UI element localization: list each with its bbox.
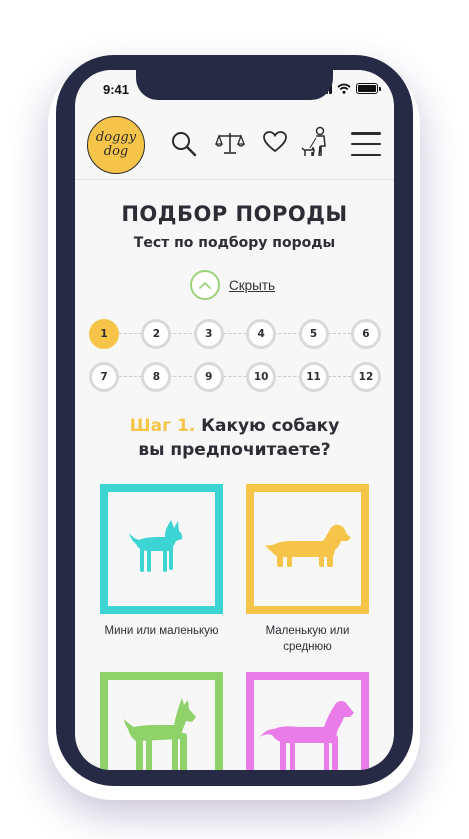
step-9[interactable]: 9	[193, 362, 224, 392]
step-11[interactable]: 11	[298, 362, 329, 392]
page-title: ПОДБОР ПОРОДЫ	[121, 202, 348, 226]
option-frame	[246, 484, 369, 614]
step-10[interactable]: 10	[246, 362, 277, 392]
step-row-2: 7 8 9 10 11 12	[89, 362, 381, 392]
heart-icon[interactable]	[262, 130, 288, 154]
step-8[interactable]: 8	[141, 362, 172, 392]
step-2[interactable]: 2	[141, 319, 172, 349]
option-card-large[interactable]	[246, 672, 369, 770]
step-7[interactable]: 7	[89, 362, 119, 392]
doggy-dog-logo[interactable]: doggy dog	[87, 116, 145, 174]
step-3[interactable]: 3	[193, 319, 224, 349]
option-frame	[100, 672, 223, 770]
option-frame	[100, 484, 223, 614]
question-heading: Шаг 1. Какую собаку вы предпочитаете?	[75, 414, 394, 462]
step-4[interactable]: 4	[246, 319, 277, 349]
hide-test-label: Скрыть	[229, 277, 276, 293]
status-time: 9:41	[103, 82, 130, 97]
phone-notch	[136, 70, 333, 100]
option-label: Мини или маленькую	[104, 625, 219, 637]
boxer-icon	[123, 698, 196, 770]
page-subtitle: Тест по подбору породы	[133, 235, 336, 251]
chihuahua-icon	[128, 520, 182, 572]
menu-icon[interactable]	[351, 132, 381, 156]
option-label: Маленькую или среднюю	[265, 625, 350, 653]
phone-screen: 9:41 doggy dog ПОДБОР ПОРОДЫ Тест по под…	[75, 70, 394, 770]
step-12[interactable]: 12	[350, 362, 381, 392]
question-text-1: Какую собаку	[201, 416, 340, 436]
dachshund-icon	[264, 524, 351, 567]
hide-test-toggle[interactable]: Скрыть	[190, 270, 275, 300]
battery-icon	[356, 83, 381, 94]
question-step-label: Шаг 1.	[129, 416, 196, 436]
chevron-up-icon	[190, 270, 220, 300]
great-dane-icon	[259, 701, 354, 770]
option-card-medium-large[interactable]	[100, 672, 223, 770]
step-6[interactable]: 6	[350, 319, 381, 349]
step-1[interactable]: 1	[89, 319, 119, 349]
logo-text-line1: doggy	[95, 130, 137, 145]
wifi-icon	[337, 83, 351, 94]
step-row-1: 1 2 3 4 5 6	[89, 319, 381, 349]
question-text-2: вы предпочитаете?	[138, 440, 331, 460]
step-indicator: 1 2 3 4 5 6 7 8 9 10 11 12	[89, 319, 381, 405]
scales-icon[interactable]	[215, 130, 245, 156]
step-5[interactable]: 5	[298, 319, 329, 349]
option-card-mini[interactable]: Мини или маленькую	[100, 484, 223, 639]
site-header: doggy dog	[75, 110, 394, 180]
dog-walker-icon[interactable]	[301, 126, 331, 158]
logo-text-line2: dog	[103, 144, 129, 159]
search-icon[interactable]	[171, 130, 197, 158]
option-frame	[246, 672, 369, 770]
question-line-1: Шаг 1. Какую собаку	[75, 414, 394, 438]
option-card-small-medium[interactable]: Маленькую или среднюю	[246, 484, 369, 655]
